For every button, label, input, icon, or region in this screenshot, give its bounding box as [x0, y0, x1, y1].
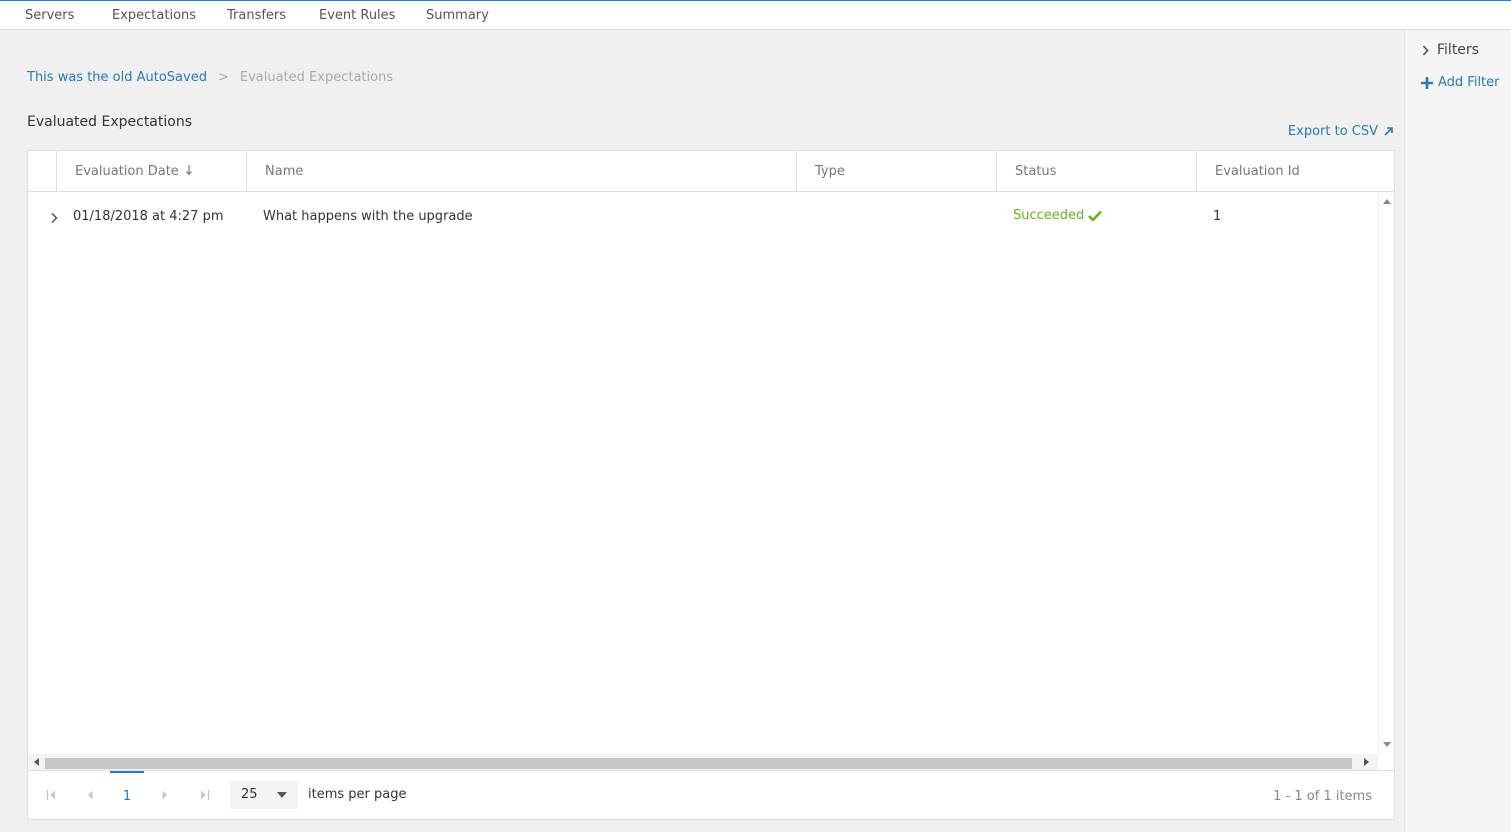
column-header-type[interactable]: Type — [796, 151, 996, 191]
first-page-icon[interactable] — [46, 789, 56, 801]
main-content: This was the old AutoSaved > Evaluated Exp… — [0, 30, 1404, 832]
column-header-status[interactable]: Status — [996, 151, 1196, 191]
page-title: Evaluated Expectations — [27, 114, 192, 130]
tab-summary[interactable]: Summary — [426, 8, 489, 23]
status-text: Succeeded — [1013, 208, 1085, 223]
tab-servers[interactable]: Servers — [25, 8, 74, 23]
plus-icon — [1421, 76, 1433, 89]
breadcrumb: This was the old AutoSaved > Evaluated Exp… — [27, 70, 393, 85]
tab-expectations[interactable]: Expectations — [112, 8, 196, 23]
chevron-down-icon — [277, 792, 287, 798]
next-page-icon[interactable] — [161, 789, 169, 801]
breadcrumb-separator: > — [217, 70, 229, 85]
tab-transfers[interactable]: Transfers — [227, 8, 286, 23]
scroll-right-icon[interactable] — [1364, 758, 1370, 766]
export-csv-link[interactable]: Export to CSV — [1288, 124, 1394, 139]
cell-evaluation-date: 01/18/2018 at 4:27 pm — [73, 209, 224, 224]
breadcrumb-parent-link[interactable]: This was the old AutoSaved — [27, 70, 207, 85]
column-header-evaluation-id[interactable]: Evaluation Id — [1196, 151, 1394, 191]
page-size-select[interactable]: 25 — [230, 781, 298, 809]
external-arrow-icon — [1384, 127, 1393, 136]
grid-header: Evaluation Date Name Type Status Evaluat… — [28, 151, 1394, 192]
add-filter-button[interactable]: Add Filter — [1420, 75, 1500, 90]
column-header-evaluation-date[interactable]: Evaluation Date — [56, 151, 246, 191]
top-nav: Servers Expectations Transfers Event Rul… — [0, 0, 1511, 30]
sort-desc-icon — [185, 165, 192, 176]
pager-info: 1 - 1 of 1 items — [1273, 789, 1372, 804]
filters-label: Filters — [1437, 42, 1479, 58]
table-row[interactable]: 01/18/2018 at 4:27 pm What happens with … — [28, 192, 1378, 242]
cell-name: What happens with the upgrade — [263, 209, 473, 224]
chevron-right-icon — [1422, 44, 1429, 56]
add-filter-label: Add Filter — [1438, 75, 1500, 90]
cell-status: Succeeded — [1013, 208, 1103, 223]
horizontal-scroll-thumb[interactable] — [45, 758, 1352, 769]
page-size-label: items per page — [308, 787, 407, 802]
cell-evaluation-id: 1 — [1213, 209, 1222, 224]
column-header-name[interactable]: Name — [246, 151, 796, 191]
evaluations-grid: Evaluation Date Name Type Status Evaluat… — [27, 150, 1395, 820]
column-label: Evaluation Date — [75, 164, 179, 179]
vertical-scrollbar[interactable] — [1378, 192, 1394, 754]
tab-event-rules[interactable]: Event Rules — [319, 8, 395, 23]
last-page-icon[interactable] — [200, 789, 210, 801]
pager: 1 25 items per page 1 - 1 of 1 items — [28, 770, 1394, 819]
scroll-up-icon[interactable] — [1383, 198, 1391, 204]
filters-toggle[interactable]: Filters — [1422, 42, 1479, 58]
grid-body: 01/18/2018 at 4:27 pm What happens with … — [28, 192, 1378, 754]
page-1-button[interactable]: 1 — [110, 771, 144, 819]
horizontal-scrollbar[interactable] — [28, 754, 1378, 770]
scroll-left-icon[interactable] — [33, 758, 39, 766]
expand-row-icon[interactable] — [50, 212, 58, 224]
breadcrumb-current: Evaluated Expectations — [239, 70, 394, 85]
previous-page-icon[interactable] — [86, 789, 94, 801]
export-csv-label: Export to CSV — [1287, 124, 1378, 139]
scroll-down-icon[interactable] — [1383, 742, 1391, 748]
checkmark-icon — [1088, 210, 1103, 221]
page-size-value: 25 — [241, 787, 258, 802]
expand-column-header — [28, 151, 56, 191]
filters-panel: Filters Add Filter — [1404, 30, 1511, 832]
